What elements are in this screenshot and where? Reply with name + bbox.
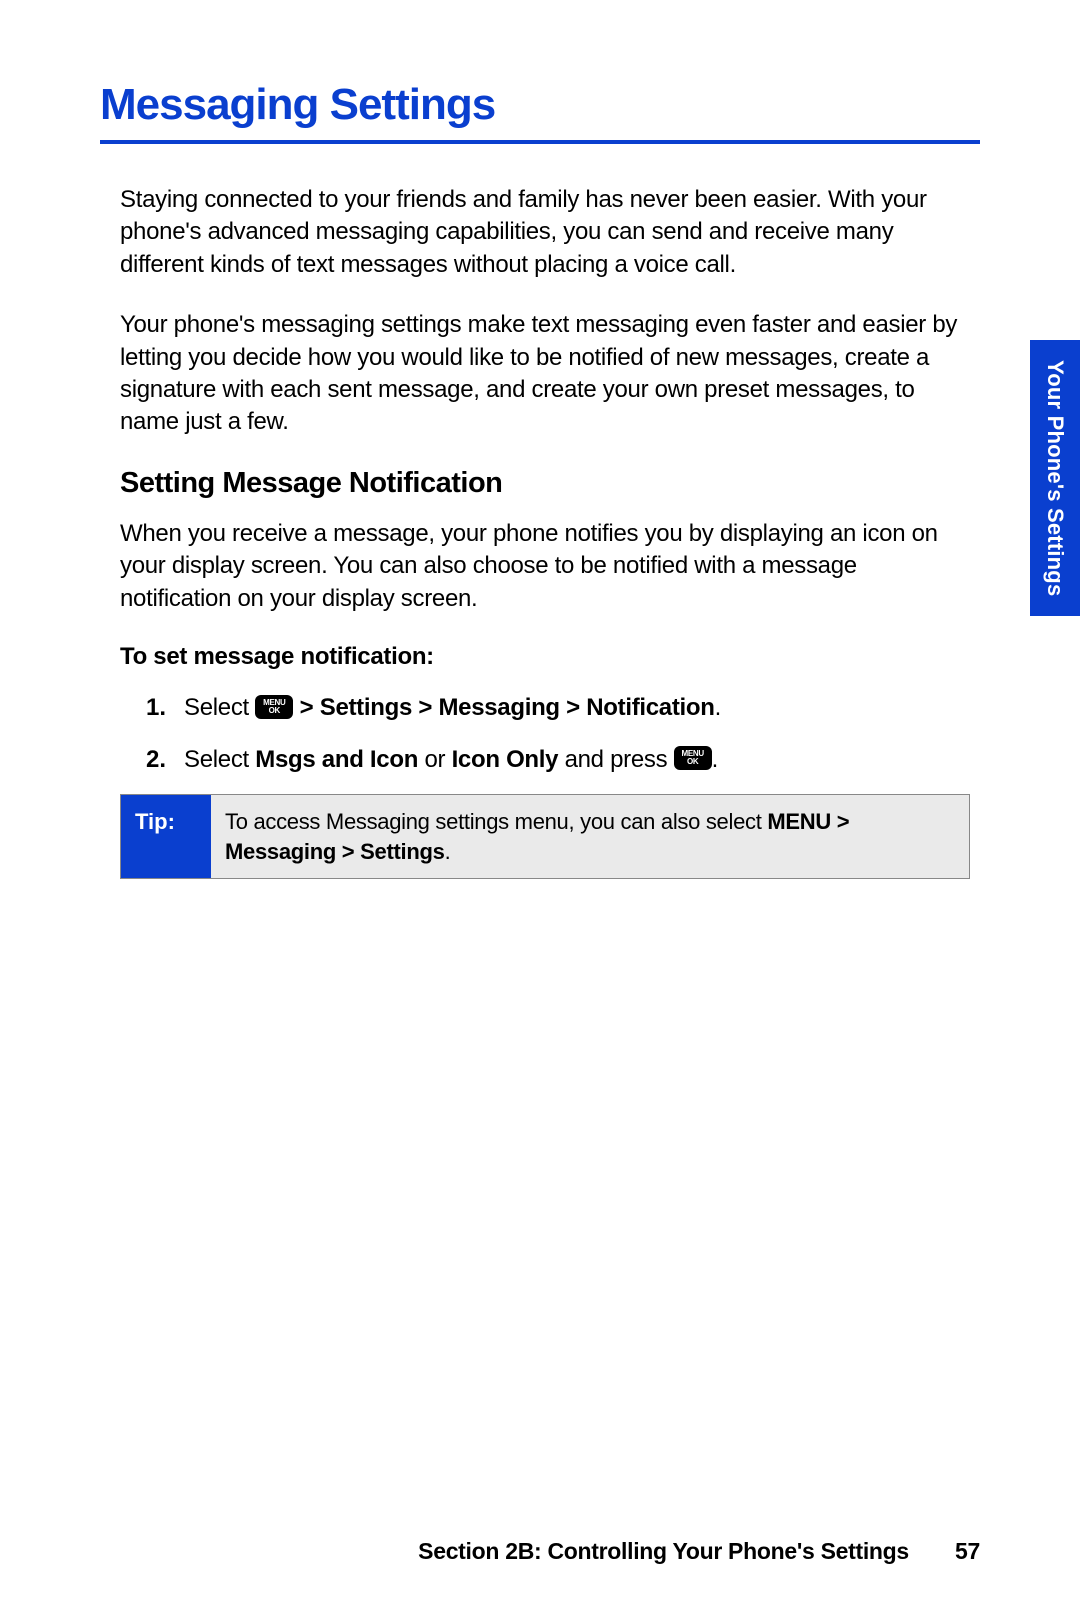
page-number: 57 [955,1538,980,1564]
footer-section: Section 2B: Controlling Your Phone's Set… [418,1538,909,1564]
intro-para-1: Staying connected to your friends and fa… [120,184,970,281]
page-title: Messaging Settings [100,80,980,144]
tip-box: Tip: To access Messaging settings menu, … [120,794,970,879]
step-mid: or [418,746,451,773]
step-pre: Select [184,694,255,721]
step-2: 2. Select Msgs and Icon or Icon Only and… [120,743,970,777]
tip-end: . [445,839,451,864]
menu-ok-key-icon: MENUOK [255,695,293,719]
step-end: . [712,746,718,773]
page-footer: Section 2B: Controlling Your Phone's Set… [418,1538,980,1565]
section-heading: Setting Message Notification [120,467,970,500]
step-number: 2. [146,743,184,777]
step-number: 1. [146,691,184,725]
tip-label: Tip: [121,795,211,878]
side-tab: Your Phone's Settings [1030,340,1080,616]
step-mid2: and press [558,746,673,773]
task-heading: To set message notification: [120,643,970,671]
tip-text: To access Messaging settings menu, you c… [225,809,767,834]
option-1: Msgs and Icon [255,746,418,773]
nav-path: > Settings > Messaging > Notification [293,694,714,721]
manual-page: Messaging Settings Staying connected to … [0,0,1080,1620]
step-1: 1. Select MENUOK > Settings > Messaging … [120,691,970,725]
tip-body: To access Messaging settings menu, you c… [211,795,969,878]
step-pre: Select [184,746,255,773]
step-end: . [715,694,721,721]
step-text: Select MENUOK > Settings > Messaging > N… [184,691,970,725]
section-para: When you receive a message, your phone n… [120,518,970,615]
option-2: Icon Only [452,746,559,773]
step-text: Select Msgs and Icon or Icon Only and pr… [184,743,970,777]
body-column: Staying connected to your friends and fa… [100,184,980,879]
intro-para-2: Your phone's messaging settings make tex… [120,309,970,439]
menu-ok-key-icon: MENUOK [674,746,712,770]
